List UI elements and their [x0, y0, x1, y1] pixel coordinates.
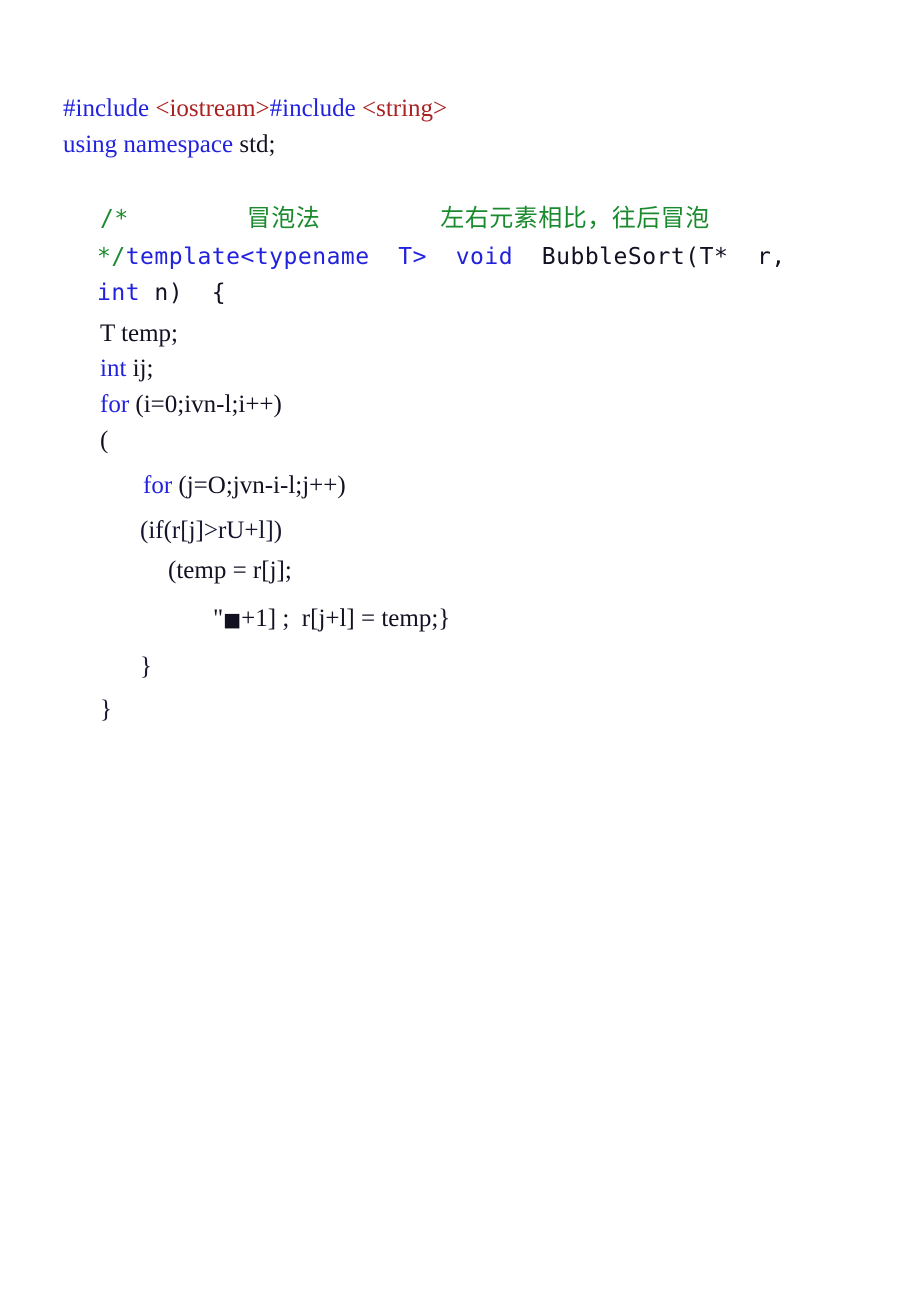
code-line-outer-open-brace: (	[100, 428, 108, 453]
comment-description-cn: 左右元素相比，往后冒泡	[440, 204, 710, 232]
declare-ij: ij;	[126, 355, 154, 382]
namespace-std: std;	[239, 131, 276, 158]
int-keyword-param: int	[97, 280, 141, 306]
outer-open-brace: (	[100, 427, 109, 454]
code-line-assign-temp: (temp = r[j];	[168, 558, 292, 583]
code-line-if-compare: (if(r[j]>rU+l])	[140, 518, 282, 543]
unrecognized-character-glyph: ■	[223, 609, 242, 631]
comment-label-cn: 冒泡法	[246, 204, 321, 232]
code-line-inner-for: for (j=O;jvn-i-l;j++)	[143, 473, 346, 498]
code-line-comment-open: /* 冒泡法 左右元素相比，往后冒泡	[100, 206, 710, 231]
swap-prefix-quote: "	[213, 605, 224, 632]
code-line-template-signature: */template<typename T> void BubbleSort(T…	[97, 246, 786, 269]
using-namespace-keyword: using namespace	[63, 131, 240, 158]
code-line-declare-temp: T temp;	[100, 321, 178, 346]
code-line-outer-close-brace: }	[100, 697, 112, 722]
outer-for-condition: (i=0;ivn-l;i++)	[129, 391, 282, 418]
include-keyword-1: #include	[63, 95, 156, 122]
include-header-iostream: <iostream>	[155, 95, 270, 122]
for-keyword-inner: for	[143, 472, 173, 499]
include-header-string: <string>	[361, 95, 448, 122]
int-keyword-ij: int	[100, 355, 127, 382]
inner-close-brace: }	[140, 653, 152, 680]
param-n-open-brace: n) {	[140, 280, 227, 306]
code-line-inner-close-brace: }	[140, 654, 152, 679]
outer-close-brace: }	[100, 696, 112, 723]
comment-close-token: */	[97, 244, 126, 270]
assign-temp-expression: (temp = r[j];	[168, 557, 292, 584]
template-keyword: template<typename T> void	[125, 244, 528, 270]
function-signature: BubbleSort(T* r,	[527, 244, 786, 270]
code-line-include: #include <iostream>#include <string>	[63, 96, 447, 121]
swap-expression: +1] ; r[j+l] = temp;}	[241, 605, 451, 632]
code-line-using-namespace: using namespace std;	[63, 132, 275, 157]
include-keyword-2: #include	[269, 95, 362, 122]
if-compare-expression: (if(r[j]>rU+l])	[140, 517, 283, 544]
for-keyword-outer: for	[100, 391, 130, 418]
code-line-declare-ij: int ij;	[100, 356, 154, 381]
code-line-swap: "■+1] ; r[j+l] = temp;}	[213, 606, 450, 631]
document-page: #include <iostream>#include <string> usi…	[0, 0, 920, 1302]
code-line-outer-for: for (i=0;ivn-l;i++)	[100, 392, 282, 417]
code-line-signature-continued: int n) {	[97, 282, 226, 305]
inner-for-condition: (j=O;jvn-i-l;j++)	[172, 472, 346, 499]
declare-temp: T temp;	[100, 320, 179, 347]
comment-open-token: /*	[100, 206, 129, 232]
